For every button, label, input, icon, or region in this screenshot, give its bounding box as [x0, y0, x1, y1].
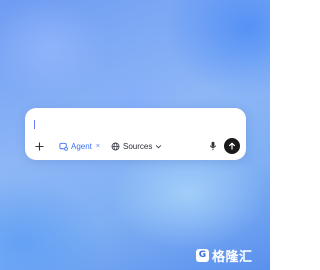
agent-chip-remove-button[interactable]: ×: [96, 143, 100, 150]
watermark-text: 格隆汇: [212, 249, 253, 265]
arrow-up-icon: [229, 142, 235, 150]
microphone-button[interactable]: [208, 138, 218, 154]
agent-chip[interactable]: Agent ×: [59, 138, 100, 154]
globe-icon: [111, 142, 120, 150]
agent-icon: [59, 142, 68, 151]
watermark-mark: G: [196, 248, 209, 262]
send-button[interactable]: [224, 138, 240, 154]
composer-toolbar: Agent × Sources: [25, 138, 246, 154]
watermark-logo: G 格隆汇: [196, 247, 253, 265]
sources-dropdown[interactable]: Sources: [111, 138, 162, 154]
plus-icon: [34, 141, 44, 151]
add-button[interactable]: [33, 138, 45, 154]
chevron-down-icon: [156, 144, 162, 148]
sources-label: Sources: [123, 141, 153, 151]
text-input-caret[interactable]: [34, 120, 35, 129]
prompt-composer: Agent × Sources: [25, 108, 246, 160]
agent-chip-label: Agent: [71, 141, 92, 151]
microphone-icon: [209, 141, 217, 151]
